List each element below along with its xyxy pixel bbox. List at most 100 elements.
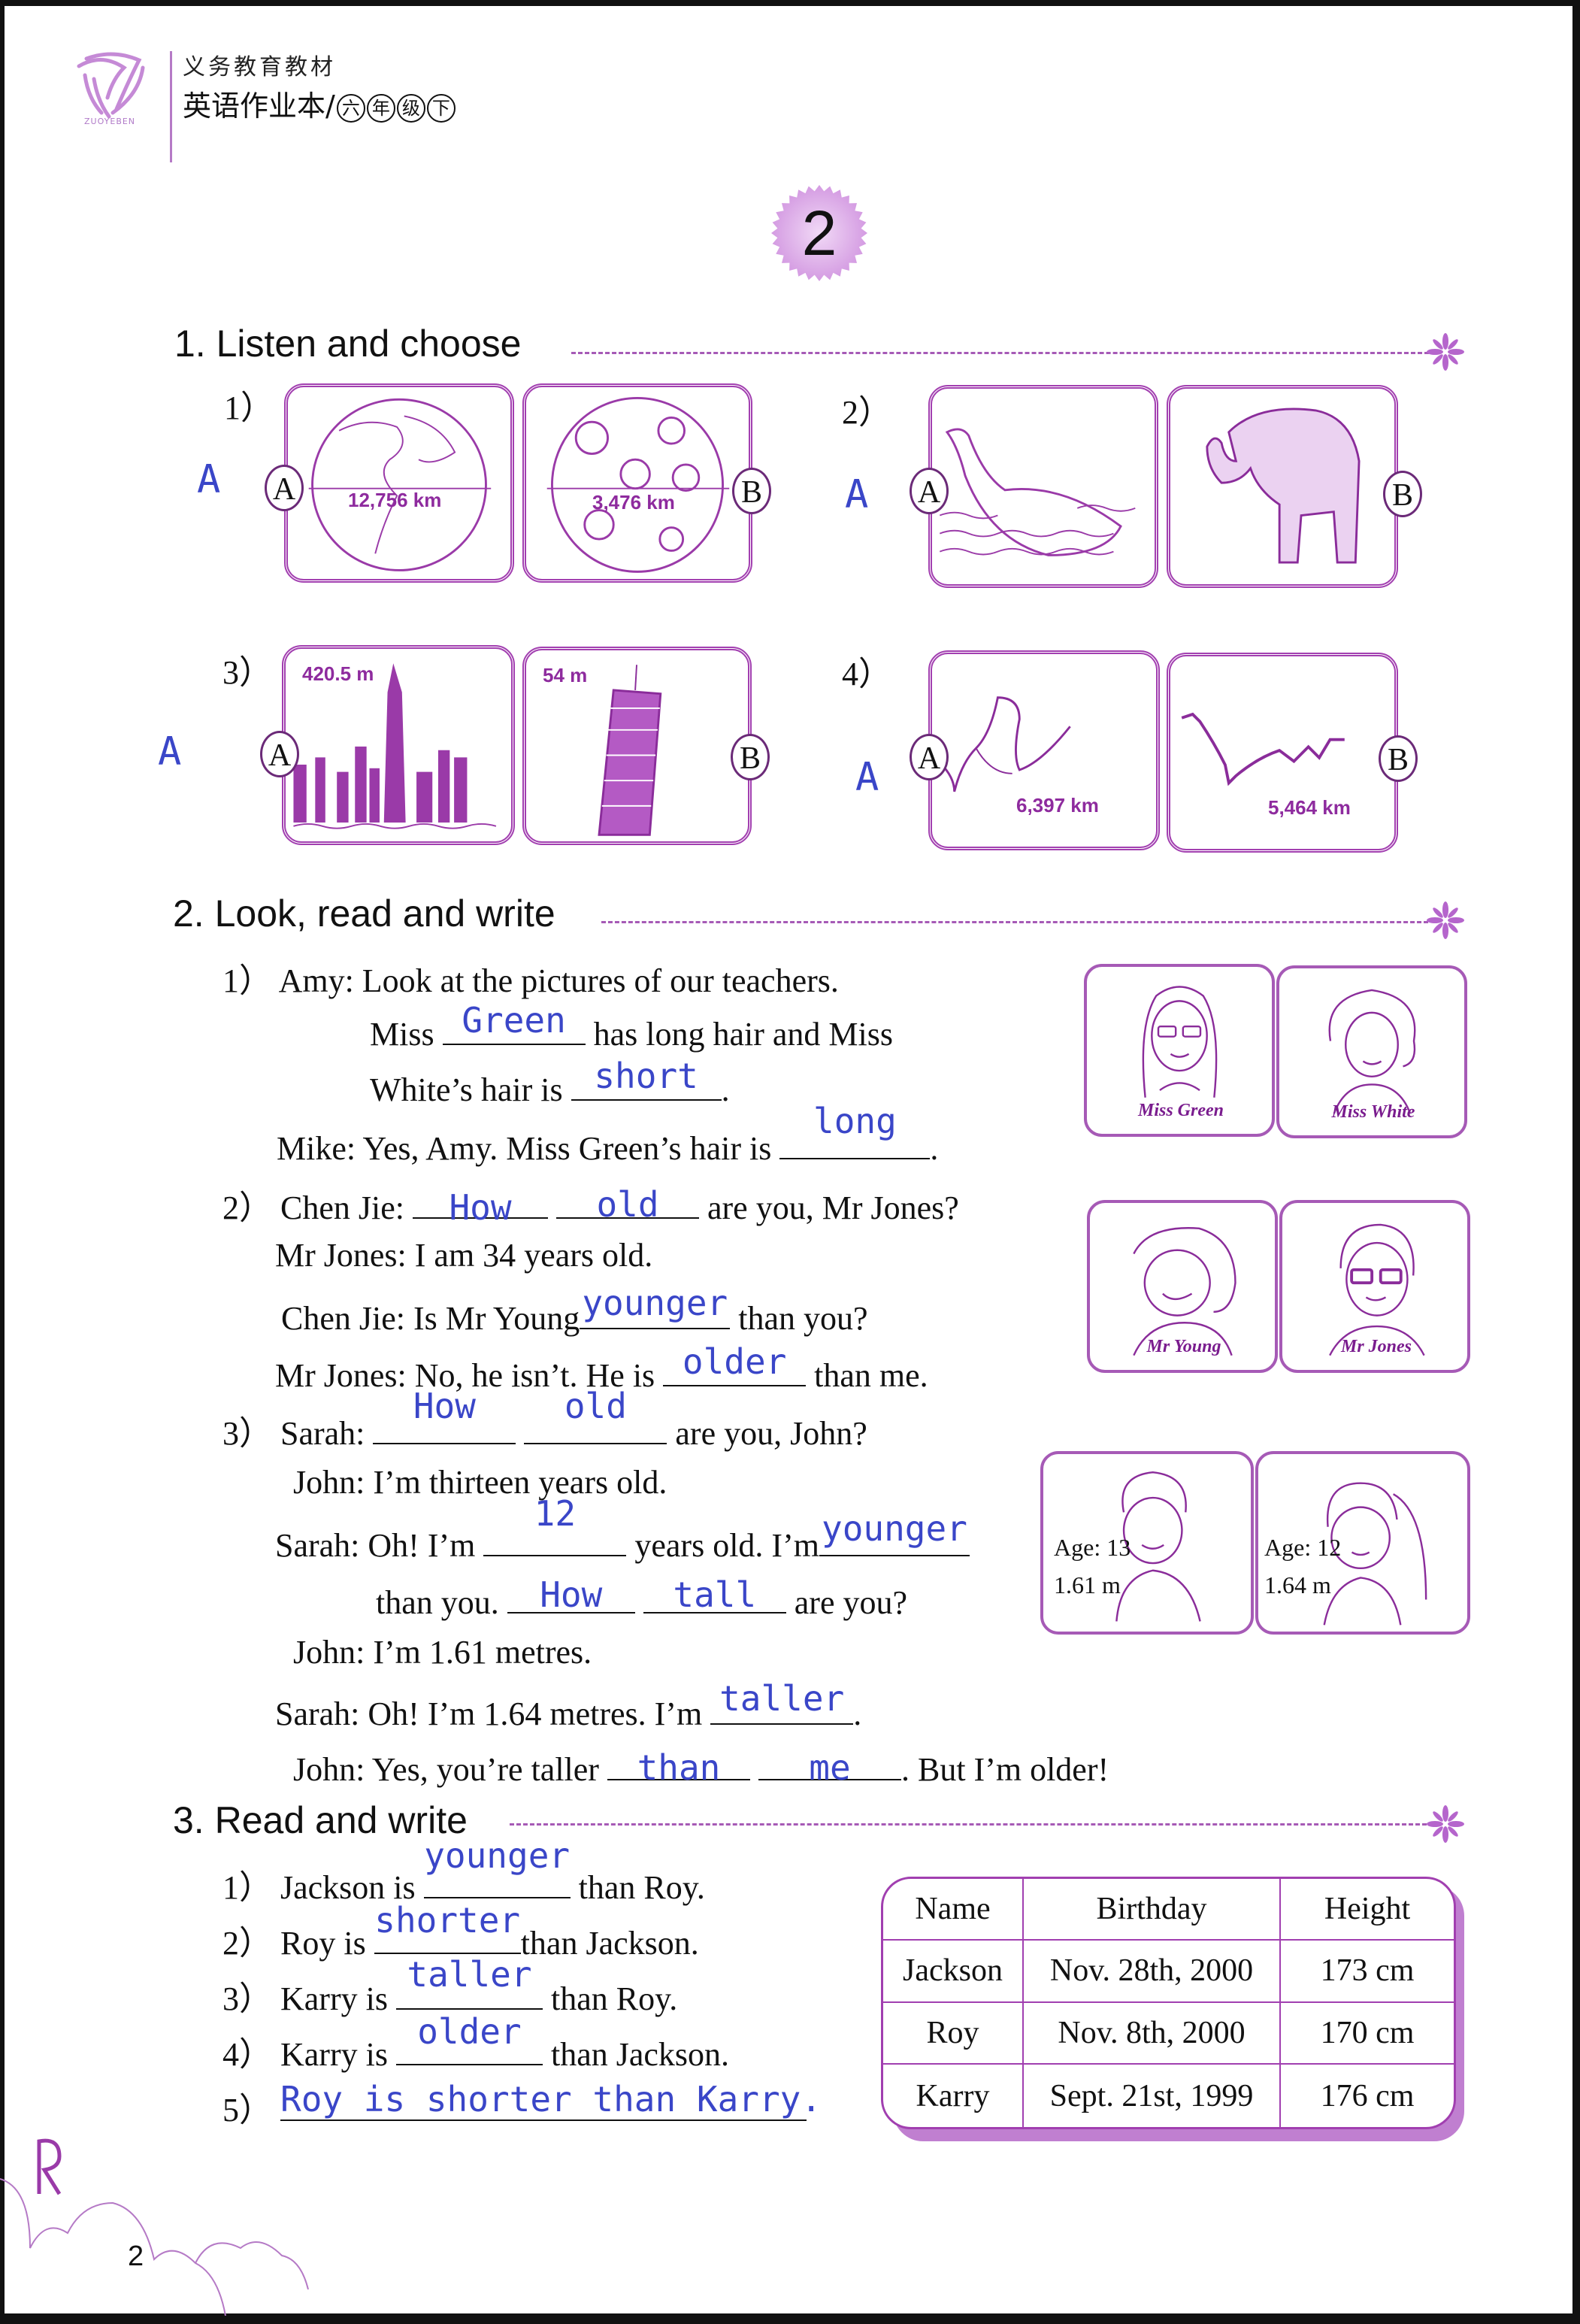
handwritten-answer: long	[813, 1101, 897, 1142]
handwritten-answer: younger	[822, 1508, 967, 1550]
line-text: has long hair and Miss	[593, 1016, 893, 1053]
student-card: Age: 12 1.64 m	[1255, 1451, 1470, 1635]
answer-blank[interactable]: Roy is shorter than Karry.	[280, 2079, 822, 2121]
item-number: 3）	[222, 1415, 272, 1452]
portrait-card: Mr Jones	[1279, 1200, 1470, 1373]
answer-blank[interactable]: taller	[710, 1678, 854, 1726]
line-text: .	[853, 1695, 862, 1733]
answer-blank[interactable]: 12	[483, 1493, 627, 1557]
picture-option-b[interactable]	[1167, 385, 1398, 588]
book-title-text: 英语作业本	[183, 89, 326, 123]
grade-char: 下	[426, 93, 456, 123]
item-number: 4）	[842, 656, 891, 692]
river-map-a-icon	[939, 696, 1071, 792]
answer-blank[interactable]: How	[373, 1386, 516, 1444]
answer-blank[interactable]: shorter	[374, 1900, 521, 1954]
handwritten-answer: older	[682, 1341, 787, 1383]
picture-option-a[interactable]: 12,756 km	[284, 383, 514, 583]
sentence-item: 5） Roy is shorter than Karry.	[222, 2079, 822, 2131]
student-age: Age: 13	[1054, 1534, 1131, 1561]
handwritten-answer: older	[417, 2011, 522, 2052]
answer-blank[interactable]: How	[507, 1574, 635, 1616]
answer-blank[interactable]: me	[758, 1744, 901, 1788]
option-a-marker[interactable]: A	[910, 734, 949, 780]
line-text: Karry is	[280, 1980, 388, 2017]
answer-blank[interactable]: younger	[819, 1508, 970, 1557]
handwritten-answer: How	[449, 1187, 512, 1228]
handwritten-answer: than	[637, 1747, 721, 1789]
option-b-marker[interactable]: B	[732, 468, 771, 514]
table-row: Roy Nov. 8th, 2000 170 cm	[883, 2002, 1454, 2065]
option-a-marker[interactable]: A	[910, 468, 949, 514]
line-text: are you, Mr Jones?	[707, 1189, 959, 1226]
answer-blank[interactable]: younger	[423, 1835, 571, 1898]
picture-option-a[interactable]: 6,397 km	[928, 650, 1160, 850]
item-number: 3）	[222, 654, 272, 691]
option-a-marker[interactable]: A	[265, 465, 304, 511]
answer-blank[interactable]: tall	[643, 1574, 786, 1615]
page-number: 2	[128, 2241, 144, 2272]
dialogue-line: Chen Jie: Is Mr Young younger than you?	[281, 1283, 868, 1338]
scan-border-top	[0, 0, 1580, 6]
line-text: .	[721, 1071, 730, 1109]
table-cell: Nov. 28th, 2000	[1024, 1941, 1281, 2003]
handwritten-answer: taller	[719, 1678, 845, 1720]
section-title: 1. Listen and choose	[174, 323, 522, 365]
line-text: Sarah:	[280, 1415, 365, 1452]
answer-blank[interactable]: than	[607, 1744, 750, 1788]
line-text: than Jackson.	[520, 1925, 699, 1962]
item-number: 3）	[222, 1980, 272, 2017]
dialogue-line: Mike: Yes, Amy. Miss Green’s hair is lon…	[277, 1101, 939, 1168]
option-a-marker[interactable]: A	[260, 731, 299, 777]
section-divider	[510, 1823, 1427, 1826]
picture-option-b[interactable]: 5,464 km	[1167, 653, 1398, 853]
handwritten-answer: How	[413, 1386, 476, 1426]
handwritten-answer: How	[540, 1574, 603, 1616]
answer-blank[interactable]: younger	[580, 1283, 731, 1330]
answer-blank[interactable]: older	[663, 1341, 807, 1387]
table-cell: 170 cm	[1281, 2003, 1454, 2065]
line-text: . But I’m older!	[900, 1751, 1109, 1789]
handwritten-answer: taller	[407, 1954, 532, 1995]
answer-blank[interactable]: old	[524, 1386, 667, 1444]
option-b-marker[interactable]: B	[731, 734, 770, 780]
handwritten-answer: old	[596, 1184, 659, 1225]
portrait-card: Miss Green	[1084, 964, 1275, 1137]
grade-char: 年	[366, 93, 395, 123]
line-text: than you?	[738, 1300, 868, 1338]
student-info-table: Name Birthday Height Jackson Nov. 28th, …	[881, 1877, 1456, 2129]
picture-option-a[interactable]: 420.5 m	[282, 645, 515, 845]
line-text: .	[930, 1130, 939, 1168]
line-text: Karry is	[280, 2036, 388, 2073]
line-text: than you.	[376, 1584, 499, 1622]
picture-option-b[interactable]: 54 m	[522, 647, 752, 845]
dialogue-line: White’s hair is short.	[370, 1056, 730, 1109]
earth-illustration-icon	[308, 398, 492, 571]
table-header: Name	[883, 1879, 1024, 1941]
item-number: 2）	[222, 1925, 272, 1962]
option-b-marker[interactable]: B	[1383, 471, 1422, 517]
answer-blank[interactable]: How	[412, 1183, 548, 1228]
elephant-illustration-icon	[1206, 408, 1361, 564]
answer-blank[interactable]: old	[555, 1183, 699, 1225]
name-ribbon: Mr Jones	[1340, 1337, 1412, 1356]
student-card: Age: 13 1.61 m	[1040, 1451, 1254, 1635]
handwritten-answer: A	[158, 729, 182, 774]
scan-border-left	[0, 0, 5, 2324]
handwritten-answer: short	[594, 1056, 698, 1097]
option-b-marker[interactable]: B	[1379, 735, 1418, 782]
line-text: White’s hair is	[370, 1071, 563, 1109]
answer-blank[interactable]: short	[571, 1056, 722, 1101]
answer-blank[interactable]: long	[779, 1101, 931, 1160]
length-label: 5,464 km	[1268, 796, 1351, 819]
name-ribbon: Miss Green	[1137, 1101, 1224, 1120]
handwritten-answer: 12	[534, 1493, 577, 1535]
picture-option-b[interactable]: 3,476 km	[522, 383, 752, 583]
answer-blank[interactable]: taller	[395, 1954, 543, 2010]
item-number: 5）	[222, 2092, 272, 2129]
answer-blank[interactable]: Green	[442, 1000, 586, 1046]
name-ribbon: Mr Young	[1146, 1337, 1221, 1356]
answer-blank[interactable]: older	[395, 2011, 543, 2065]
line-text: are you, John?	[675, 1415, 867, 1452]
picture-option-a[interactable]	[928, 385, 1158, 588]
